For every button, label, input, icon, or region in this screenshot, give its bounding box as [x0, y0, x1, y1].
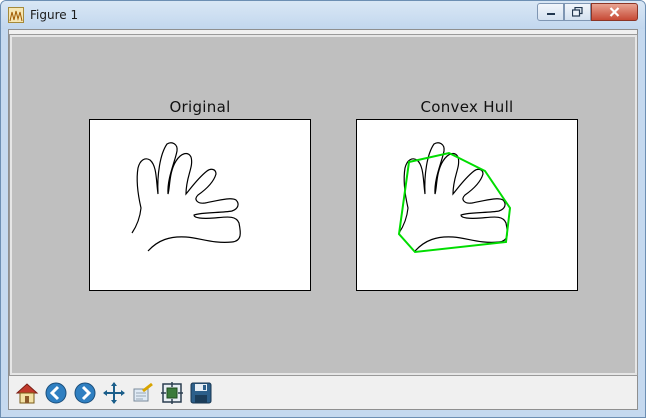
- back-button[interactable]: [42, 379, 70, 407]
- close-icon: [609, 7, 620, 17]
- home-button[interactable]: [13, 379, 41, 407]
- hand-with-hull-image: [397, 142, 512, 254]
- zoom-button[interactable]: [129, 379, 157, 407]
- window-title: Figure 1: [30, 8, 79, 22]
- zoom-icon: [133, 382, 153, 402]
- save-icon: [190, 382, 212, 404]
- axes-convex-hull[interactable]: [356, 119, 578, 291]
- maximize-icon: [572, 7, 583, 17]
- close-button[interactable]: [591, 3, 638, 21]
- pan-button[interactable]: [100, 379, 128, 407]
- axes-title-original: Original: [169, 98, 231, 116]
- figure-canvas[interactable]: Original Convex Hull: [9, 34, 638, 376]
- back-icon: [45, 382, 67, 404]
- pan-icon: [103, 382, 125, 404]
- minimize-button[interactable]: [537, 3, 564, 21]
- axes-original[interactable]: [89, 119, 311, 291]
- app-icon: [8, 7, 24, 23]
- axes-title-convex-hull: Convex Hull: [420, 98, 514, 116]
- navigation-toolbar: [10, 377, 637, 409]
- figure-window: Figure 1 Original Convex Hull: [0, 0, 646, 418]
- subplots-icon: [161, 382, 183, 404]
- save-button[interactable]: [187, 379, 215, 407]
- forward-button[interactable]: [71, 379, 99, 407]
- minimize-icon: [546, 13, 555, 15]
- title-bar[interactable]: Figure 1: [1, 1, 645, 29]
- forward-icon: [74, 382, 96, 404]
- configure-subplots-button[interactable]: [158, 379, 186, 407]
- home-icon: [15, 383, 39, 404]
- maximize-button[interactable]: [564, 3, 591, 21]
- hand-outline-image: [131, 142, 241, 252]
